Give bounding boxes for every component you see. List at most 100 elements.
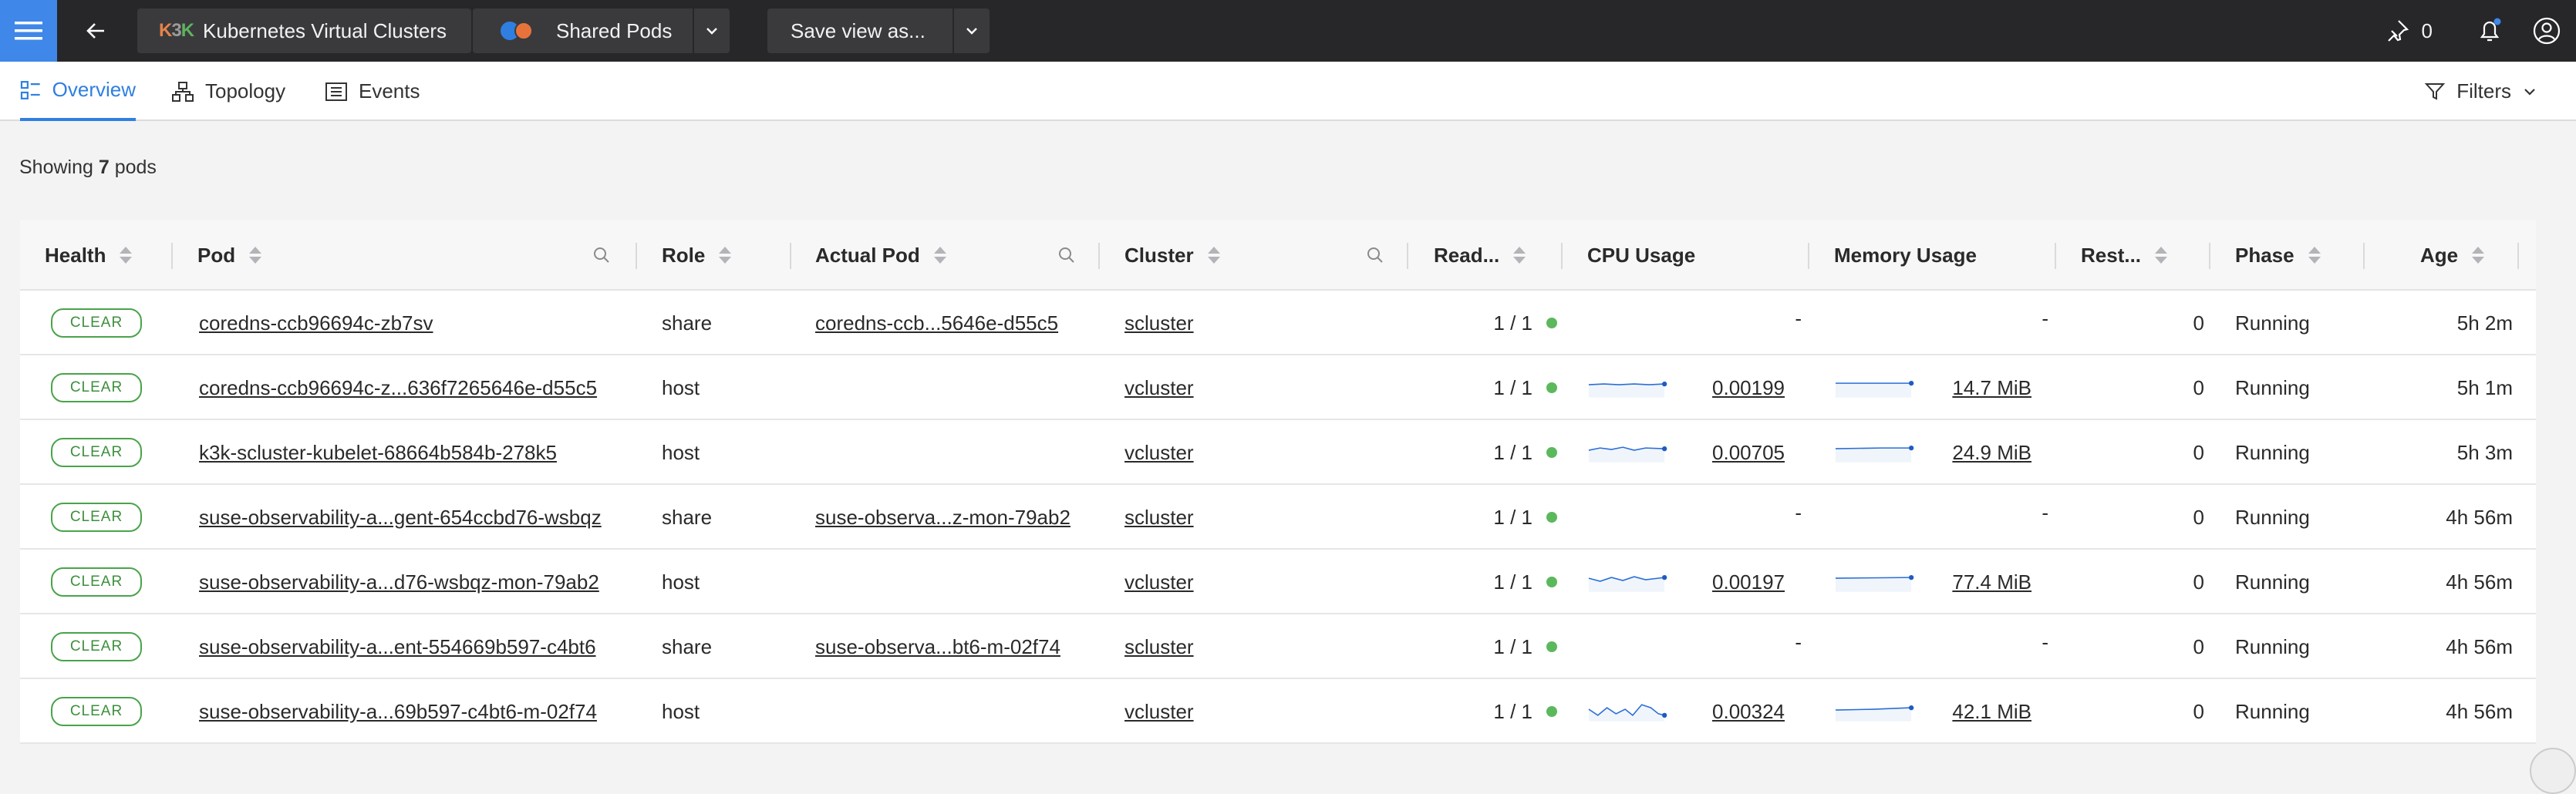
- cpu-value[interactable]: 0.00199: [1712, 376, 1785, 400]
- save-view-button[interactable]: Save view as...: [767, 8, 953, 53]
- column-search-button[interactable]: [1366, 220, 1384, 291]
- column-divider[interactable]: [636, 243, 637, 269]
- column-divider[interactable]: [2209, 243, 2210, 269]
- ready-cell: 1 / 1: [1434, 550, 1557, 614]
- table-row[interactable]: CLEAR suse-observability-a...69b597-c4bt6…: [20, 679, 2536, 744]
- ready-value: 1 / 1: [1493, 570, 1532, 594]
- actual-pod-link[interactable]: suse-observa...bt6-m-02f74: [815, 635, 1060, 659]
- sort-icon[interactable]: [2308, 247, 2321, 264]
- column-divider[interactable]: [1808, 243, 1809, 269]
- filters-button[interactable]: Filters: [2424, 62, 2536, 121]
- pod-link[interactable]: k3k-scluster-kubelet-68664b584b-278k5: [199, 441, 557, 465]
- save-view-dropdown-button[interactable]: [954, 8, 990, 53]
- tab-topology[interactable]: Topology: [171, 62, 285, 121]
- cpu-value[interactable]: 0.00705: [1712, 441, 1785, 465]
- actual-pod-link[interactable]: suse-observa...z-mon-79ab2: [815, 506, 1071, 530]
- menu-button[interactable]: [0, 0, 57, 62]
- age-value: 4h 56m: [2446, 570, 2513, 594]
- table-row[interactable]: CLEAR coredns-ccb96694c-z...636f7265646e-…: [20, 355, 2536, 420]
- table-row[interactable]: CLEAR suse-observability-a...ent-554669b5…: [20, 614, 2536, 679]
- column-divider[interactable]: [2363, 243, 2365, 269]
- cluster-link[interactable]: scluster: [1124, 635, 1194, 659]
- user-button[interactable]: [2533, 17, 2561, 45]
- cpu-cell: -: [1678, 480, 1802, 545]
- cluster-link[interactable]: scluster: [1124, 506, 1194, 530]
- tabs-bar: Overview Topology Events Filters: [0, 62, 2576, 121]
- sort-icon[interactable]: [933, 247, 946, 264]
- tab-events[interactable]: Events: [325, 62, 420, 121]
- phase-cell: Running: [2235, 679, 2310, 744]
- view-dropdown-button[interactable]: [694, 8, 730, 53]
- column-header[interactable]: Role: [662, 220, 732, 291]
- actual-pod-cell: suse-observa...bt6-m-02f74: [815, 614, 1060, 679]
- cluster-link[interactable]: scluster: [1124, 311, 1194, 335]
- table-row[interactable]: CLEAR k3k-scluster-kubelet-68664b584b-278…: [20, 420, 2536, 485]
- memory-value[interactable]: 77.4 MiB: [1952, 570, 2031, 594]
- breadcrumb-k3k[interactable]: K3K Kubernetes Virtual Clusters: [137, 8, 471, 53]
- role-value: share: [662, 505, 713, 529]
- table-row[interactable]: CLEAR suse-observability-a...gent-654ccbd…: [20, 485, 2536, 550]
- back-button[interactable]: [74, 9, 117, 52]
- view-icon: [501, 19, 541, 42]
- tab-overview[interactable]: Overview: [20, 62, 136, 121]
- phase-value: Running: [2235, 570, 2310, 594]
- sort-icon[interactable]: [2472, 247, 2485, 264]
- memory-value[interactable]: 14.7 MiB: [1952, 376, 2031, 400]
- column-header[interactable]: Cluster: [1124, 220, 1220, 291]
- pod-cell: coredns-ccb96694c-z...636f7265646e-d55c5: [199, 355, 597, 420]
- pod-link[interactable]: coredns-ccb96694c-z...636f7265646e-d55c5: [199, 376, 597, 400]
- column-header[interactable]: Rest...: [2081, 220, 2168, 291]
- column-divider[interactable]: [171, 243, 173, 269]
- notifications-button[interactable]: [2477, 18, 2502, 44]
- cluster-link[interactable]: vcluster: [1124, 376, 1194, 400]
- sort-icon[interactable]: [1207, 247, 1220, 264]
- pod-link[interactable]: suse-observability-a...gent-654ccbd76-ws…: [199, 506, 602, 530]
- column-header[interactable]: Read...: [1434, 220, 1526, 291]
- phase-value: Running: [2235, 375, 2310, 399]
- restarts-value: 0: [2193, 375, 2204, 399]
- table-row[interactable]: CLEAR coredns-ccb96694c-zb7sv share coredns…: [20, 291, 2536, 355]
- column-header[interactable]: Health: [45, 220, 133, 291]
- column-header-label: Role: [662, 243, 706, 267]
- column-header[interactable]: Memory Usage: [1834, 220, 1977, 291]
- sort-icon[interactable]: [249, 247, 262, 264]
- cpu-cell: 0.00199: [1678, 355, 1785, 420]
- column-header[interactable]: Actual Pod: [815, 220, 946, 291]
- column-header[interactable]: CPU Usage: [1587, 220, 1695, 291]
- age-cell: 4h 56m: [2389, 679, 2513, 744]
- column-divider[interactable]: [1407, 243, 1408, 269]
- cluster-link[interactable]: vcluster: [1124, 441, 1194, 465]
- pod-link[interactable]: suse-observability-a...ent-554669b597-c4…: [199, 635, 596, 659]
- ready-cell: 1 / 1: [1434, 679, 1557, 744]
- sort-icon[interactable]: [120, 247, 133, 264]
- column-divider[interactable]: [2055, 243, 2056, 269]
- sort-icon[interactable]: [719, 247, 732, 264]
- sort-icon[interactable]: [2155, 247, 2168, 264]
- pod-link[interactable]: suse-observability-a...d76-wsbqz-mon-79a…: [199, 570, 599, 594]
- health-badge: CLEAR: [51, 503, 142, 532]
- pod-link[interactable]: suse-observability-a...69b597-c4bt6-m-02…: [199, 700, 597, 724]
- cpu-value[interactable]: 0.00324: [1712, 700, 1785, 724]
- sort-icon[interactable]: [1513, 247, 1526, 264]
- role-value: share: [662, 634, 713, 658]
- column-divider[interactable]: [2517, 243, 2519, 269]
- cpu-value[interactable]: 0.00197: [1712, 570, 1785, 594]
- pod-link[interactable]: coredns-ccb96694c-zb7sv: [199, 311, 433, 335]
- actual-pod-link[interactable]: coredns-ccb...5646e-d55c5: [815, 311, 1058, 335]
- column-search-button[interactable]: [1057, 220, 1076, 291]
- column-header[interactable]: Age: [2420, 220, 2485, 291]
- column-header[interactable]: Phase: [2235, 220, 2321, 291]
- cluster-link[interactable]: vcluster: [1124, 570, 1194, 594]
- cluster-link[interactable]: vcluster: [1124, 700, 1194, 724]
- table-row[interactable]: CLEAR suse-observability-a...d76-wsbqz-mo…: [20, 550, 2536, 614]
- column-divider[interactable]: [790, 243, 791, 269]
- memory-cell: 24.9 MiB: [1925, 420, 2031, 485]
- memory-value[interactable]: 42.1 MiB: [1952, 700, 2031, 724]
- column-divider[interactable]: [1561, 243, 1563, 269]
- column-divider[interactable]: [1098, 243, 1100, 269]
- pin-button[interactable]: 0: [2385, 19, 2433, 43]
- memory-value[interactable]: 24.9 MiB: [1952, 441, 2031, 465]
- breadcrumb-shared-pods[interactable]: Shared Pods: [473, 8, 693, 53]
- column-search-button[interactable]: [592, 220, 611, 291]
- column-header[interactable]: Pod: [197, 220, 262, 291]
